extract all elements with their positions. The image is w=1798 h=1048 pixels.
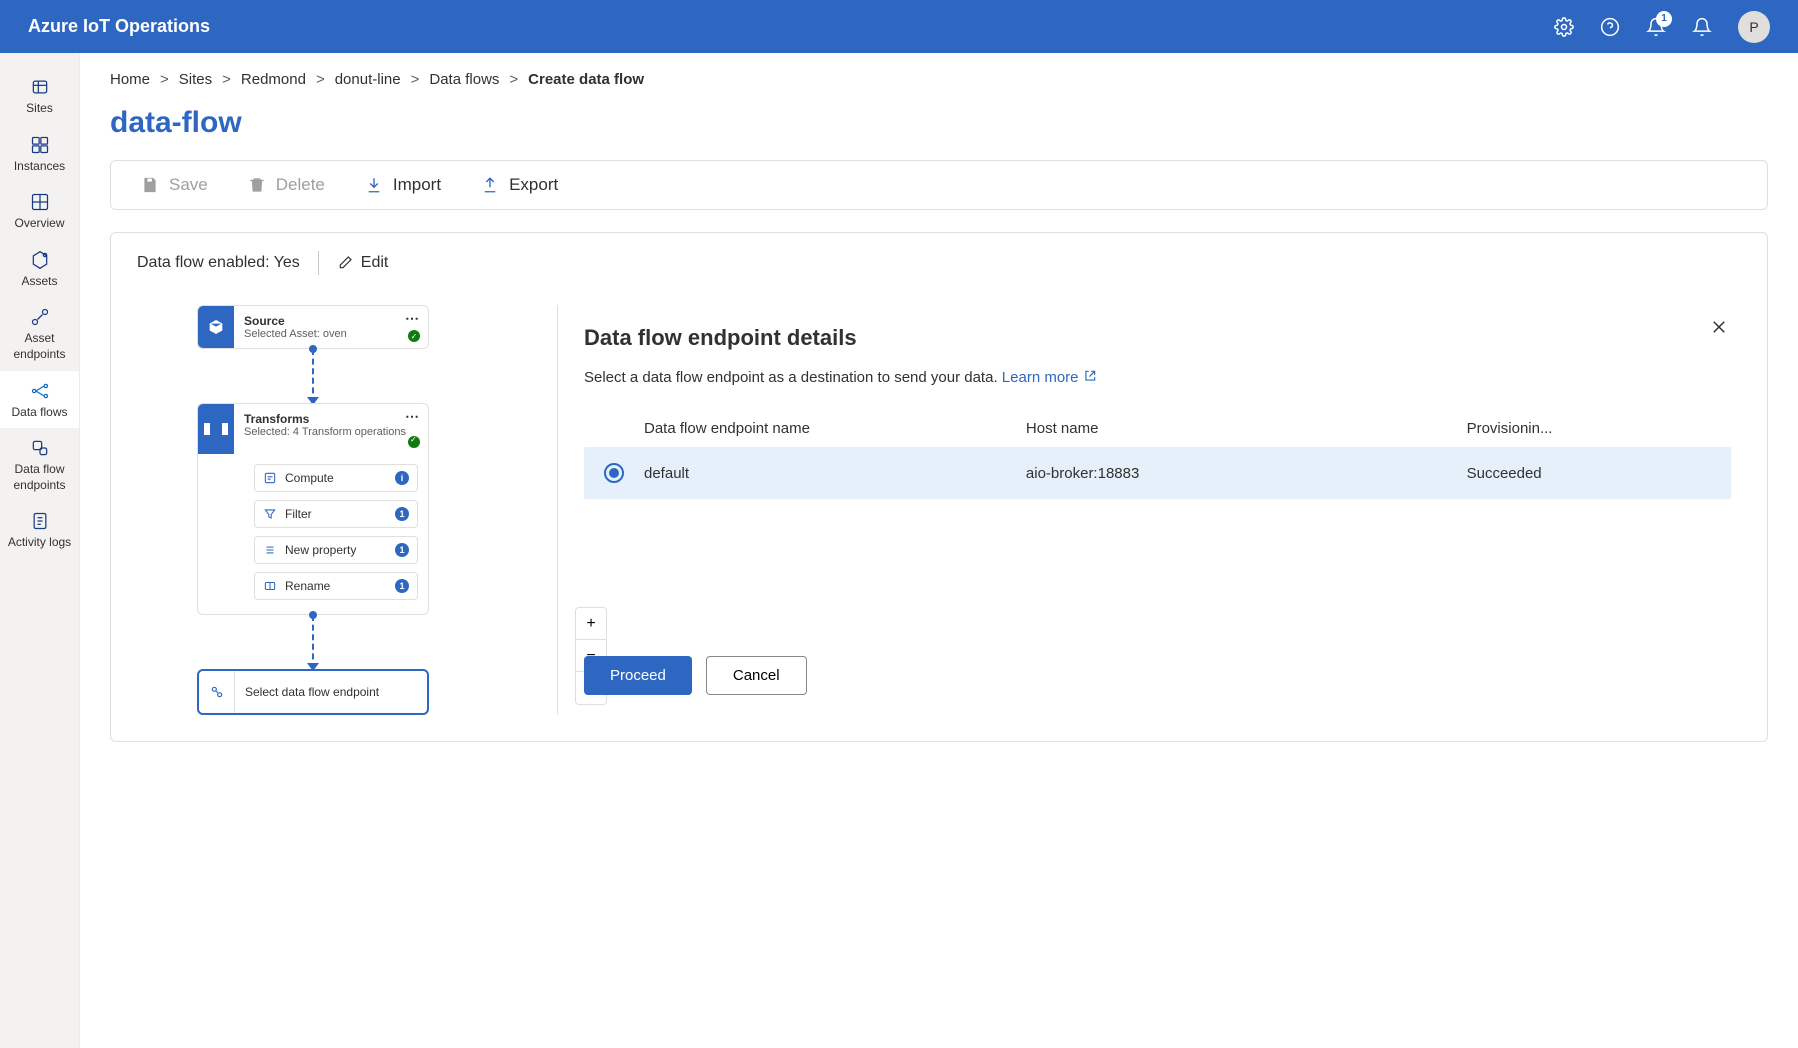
row-state: Succeeded xyxy=(1467,465,1731,482)
breadcrumb-item[interactable]: Data flows xyxy=(429,71,499,88)
panel-footer: Proceed Cancel xyxy=(584,626,1731,695)
sidebar-item-asset-endpoints[interactable]: Asset endpoints xyxy=(0,297,79,370)
close-icon[interactable] xyxy=(1707,315,1731,339)
more-icon[interactable]: ⋯ xyxy=(405,408,420,425)
radio-button[interactable] xyxy=(604,463,624,483)
main-content: Home> Sites> Redmond> donut-line> Data f… xyxy=(80,53,1798,1048)
op-label: Compute xyxy=(285,471,334,485)
sidebar-item-label: Data flows xyxy=(11,405,67,421)
sidebar-item-label: Instances xyxy=(14,159,65,175)
transform-ops-list: Compute i Filter 1 New property xyxy=(198,454,428,614)
app-header: Azure IoT Operations 1 P xyxy=(0,0,1798,53)
col-state: Provisionin... xyxy=(1467,420,1731,437)
sidebar-item-label: Assets xyxy=(21,274,57,290)
toolbar: Save Delete Import Export xyxy=(110,160,1768,210)
sidebar-item-label: Asset endpoints xyxy=(4,331,75,362)
op-new-property[interactable]: New property 1 xyxy=(254,536,418,564)
data-flow-card: Data flow enabled: Yes Edit S xyxy=(110,232,1768,742)
op-badge: 1 xyxy=(395,507,409,521)
breadcrumb-item[interactable]: Redmond xyxy=(241,71,306,88)
flow-canvas: Source Selected Asset: oven ⋯ xyxy=(137,305,557,715)
delete-label: Delete xyxy=(276,175,325,195)
export-label: Export xyxy=(509,175,558,195)
source-title: Source xyxy=(244,314,418,328)
save-button: Save xyxy=(141,175,208,195)
col-host: Host name xyxy=(1026,420,1467,437)
op-filter[interactable]: Filter 1 xyxy=(254,500,418,528)
edit-label: Edit xyxy=(361,254,389,272)
alert-count-badge: 1 xyxy=(1656,11,1672,27)
cancel-button[interactable]: Cancel xyxy=(706,656,807,695)
import-button[interactable]: Import xyxy=(365,175,441,195)
help-icon[interactable] xyxy=(1600,17,1620,37)
connector xyxy=(197,615,429,669)
page-title: data-flow xyxy=(110,106,1768,140)
export-button[interactable]: Export xyxy=(481,175,558,195)
connector xyxy=(197,349,429,403)
source-node[interactable]: Source Selected Asset: oven ⋯ xyxy=(197,305,429,349)
op-badge: 1 xyxy=(395,579,409,593)
sidebar-item-sites[interactable]: Sites xyxy=(0,67,79,125)
import-label: Import xyxy=(393,175,441,195)
sidebar-item-assets[interactable]: Assets xyxy=(0,240,79,298)
table-header: Data flow endpoint name Host name Provis… xyxy=(584,410,1731,447)
endpoint-icon xyxy=(199,671,235,713)
sidebar-item-instances[interactable]: Instances xyxy=(0,125,79,183)
transforms-subtitle: Selected: 4 Transform operations xyxy=(244,426,418,438)
sidebar-item-label: Overview xyxy=(14,216,64,232)
op-badge: 1 xyxy=(395,543,409,557)
destination-node[interactable]: Select data flow endpoint xyxy=(197,669,429,715)
breadcrumb: Home> Sites> Redmond> donut-line> Data f… xyxy=(110,71,1768,88)
save-label: Save xyxy=(169,175,208,195)
sidebar-item-label: Data flow endpoints xyxy=(4,462,75,493)
delete-button: Delete xyxy=(248,175,325,195)
sidebar-item-label: Activity logs xyxy=(8,535,71,551)
breadcrumb-item[interactable]: Sites xyxy=(179,71,212,88)
divider xyxy=(318,251,319,275)
transform-icon xyxy=(198,404,234,454)
col-name: Data flow endpoint name xyxy=(644,420,1026,437)
breadcrumb-item[interactable]: donut-line xyxy=(335,71,401,88)
check-icon xyxy=(408,436,420,448)
alerts-icon[interactable]: 1 xyxy=(1646,17,1666,37)
row-name: default xyxy=(644,465,1026,482)
notifications-icon[interactable] xyxy=(1692,17,1712,37)
sidebar-item-data-flow-endpoints[interactable]: Data flow endpoints xyxy=(0,428,79,501)
transforms-node[interactable]: Transforms Selected: 4 Transform operati… xyxy=(197,403,429,615)
breadcrumb-item[interactable]: Home xyxy=(110,71,150,88)
panel-description: Select a data flow endpoint as a destina… xyxy=(584,369,1731,386)
avatar[interactable]: P xyxy=(1738,11,1770,43)
op-label: Filter xyxy=(285,507,312,521)
flow-enabled-label: Data flow enabled: Yes xyxy=(137,254,300,272)
row-host: aio-broker:18883 xyxy=(1026,465,1467,482)
details-panel: Data flow endpoint details Select a data… xyxy=(557,305,1741,715)
sidebar-item-activity-logs[interactable]: Activity logs xyxy=(0,501,79,559)
op-label: New property xyxy=(285,543,356,557)
transforms-title: Transforms xyxy=(244,412,418,426)
op-rename[interactable]: Rename 1 xyxy=(254,572,418,600)
proceed-button[interactable]: Proceed xyxy=(584,656,692,695)
edit-button[interactable]: Edit xyxy=(337,254,389,272)
sidebar: Sites Instances Overview Assets Asset en… xyxy=(0,53,80,1048)
destination-label: Select data flow endpoint xyxy=(235,671,389,713)
learn-more-link[interactable]: Learn more xyxy=(1002,369,1097,386)
sidebar-item-data-flows[interactable]: Data flows xyxy=(0,371,79,429)
panel-title: Data flow endpoint details xyxy=(584,325,1731,351)
flow-header: Data flow enabled: Yes Edit xyxy=(137,251,1741,275)
sidebar-item-label: Sites xyxy=(26,101,53,117)
more-icon[interactable]: ⋯ xyxy=(405,310,420,327)
source-subtitle: Selected Asset: oven xyxy=(244,328,418,340)
check-icon xyxy=(408,330,420,342)
breadcrumb-current: Create data flow xyxy=(528,71,644,88)
header-icons: 1 P xyxy=(1554,11,1770,43)
cube-icon xyxy=(198,306,234,348)
op-compute[interactable]: Compute i xyxy=(254,464,418,492)
settings-icon[interactable] xyxy=(1554,17,1574,37)
app-title: Azure IoT Operations xyxy=(28,16,1554,37)
endpoints-table: Data flow endpoint name Host name Provis… xyxy=(584,410,1731,499)
sidebar-item-overview[interactable]: Overview xyxy=(0,182,79,240)
op-label: Rename xyxy=(285,579,330,593)
table-row[interactable]: default aio-broker:18883 Succeeded xyxy=(584,447,1731,499)
op-badge: i xyxy=(395,471,409,485)
